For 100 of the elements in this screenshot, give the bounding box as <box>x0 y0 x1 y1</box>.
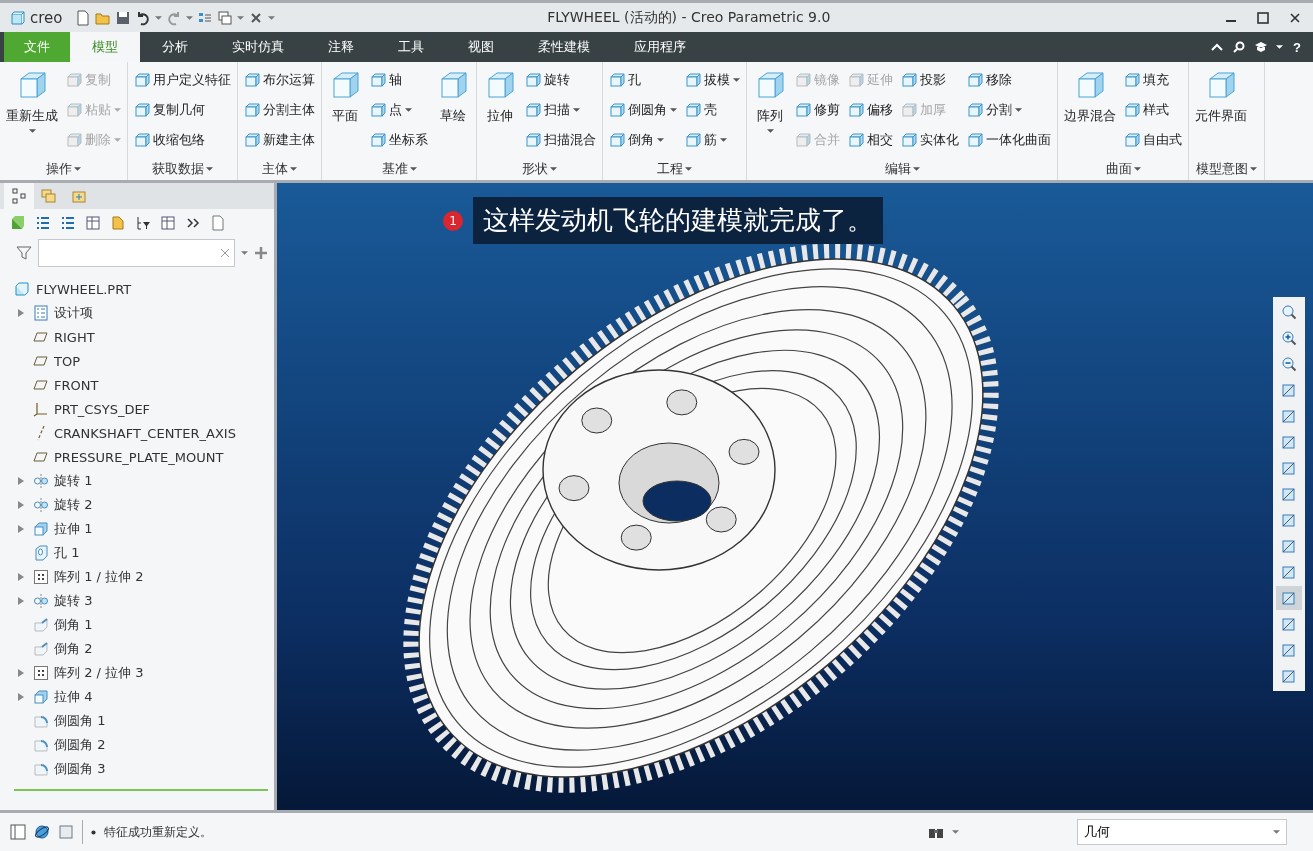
group-label-button[interactable]: 编辑 <box>880 158 924 180</box>
ribbon-button[interactable]: 自由式 <box>1121 125 1185 155</box>
ribbon-button[interactable]: 重新生成 <box>3 65 61 155</box>
ribbon-button[interactable]: 收缩包络 <box>131 125 234 155</box>
group-label-button[interactable]: 工程 <box>653 158 696 180</box>
ribbon-tab[interactable]: 模型 <box>70 32 140 62</box>
ribbon-button[interactable]: 筋 <box>682 125 743 155</box>
plus-icon[interactable] <box>254 246 268 260</box>
list-icon[interactable] <box>35 215 51 231</box>
feature-icon <box>967 102 983 118</box>
expand-arrow-icon[interactable] <box>16 476 26 486</box>
ribbon-tab[interactable]: 视图 <box>446 32 516 62</box>
ribbon-button[interactable]: 分割 <box>964 95 1054 125</box>
tree-filter-icon[interactable] <box>135 215 151 231</box>
expand-arrow-icon[interactable] <box>16 668 26 678</box>
ribbon-button[interactable]: 边界混合 <box>1061 65 1119 155</box>
caption-text: 这样发动机飞轮的建模就完成了。 <box>473 197 883 244</box>
ribbon-button[interactable]: 元件界面 <box>1192 65 1250 155</box>
caret-icon <box>409 167 417 171</box>
expand-arrow-icon[interactable] <box>16 596 26 606</box>
group-label-button[interactable]: 模型意图 <box>1192 158 1261 180</box>
ribbon-button[interactable]: 扫描混合 <box>522 125 599 155</box>
new-file-icon[interactable] <box>74 9 91 26</box>
search-icon[interactable] <box>1232 40 1247 54</box>
cube-icon[interactable] <box>10 215 26 231</box>
group-label-button[interactable]: 获取数据 <box>148 158 217 180</box>
ribbon-button[interactable]: 拉伸 <box>480 65 520 155</box>
navigator-tab[interactable] <box>4 183 34 209</box>
ribbon-tab[interactable]: 注释 <box>306 32 376 62</box>
magnifier-icon <box>1281 356 1297 372</box>
ribbon-button[interactable]: 一体化曲面 <box>964 125 1054 155</box>
caret-icon <box>657 138 664 142</box>
clear-icon[interactable] <box>220 248 230 258</box>
ribbon-tab[interactable]: 实时仿真 <box>210 32 306 62</box>
folder-icon[interactable] <box>110 215 126 231</box>
ribbon-button[interactable]: 分割主体 <box>241 95 318 125</box>
ribbon-button[interactable]: 新建主体 <box>241 125 318 155</box>
group-label-button[interactable]: 主体 <box>258 158 301 180</box>
list-icon[interactable] <box>60 215 76 231</box>
ribbon-tab[interactable]: 柔性建模 <box>516 32 612 62</box>
ribbon-button[interactable]: 扫描 <box>522 95 599 125</box>
table-icon[interactable] <box>85 215 101 231</box>
ribbon-button[interactable]: 倒角 <box>606 125 680 155</box>
pattern-feature-icon <box>33 569 49 585</box>
ribbon-button[interactable]: 用户定义特征 <box>131 65 234 95</box>
ribbon-button[interactable]: 倒圆角 <box>606 95 680 125</box>
expand-arrow-icon[interactable] <box>16 524 26 534</box>
ribbon-button[interactable]: 样式 <box>1121 95 1185 125</box>
expand-arrow-icon[interactable] <box>16 500 26 510</box>
graduation-cap-icon[interactable] <box>1254 40 1269 54</box>
view-icon <box>1281 616 1297 632</box>
group-label-button[interactable]: 曲面 <box>1101 158 1145 180</box>
ribbon-button[interactable]: 孔 <box>606 65 680 95</box>
filter-icon[interactable] <box>16 245 32 261</box>
group-label-button[interactable]: 操作 <box>42 158 85 180</box>
view-tool-button[interactable] <box>1276 586 1302 610</box>
group-label-button[interactable]: 基准 <box>377 158 421 180</box>
ribbon-button[interactable]: 修剪 <box>792 95 843 125</box>
maximize-icon[interactable] <box>1255 9 1271 26</box>
panel-icon[interactable] <box>10 824 26 840</box>
table-icon[interactable] <box>160 215 176 231</box>
ribbon-button[interactable]: 偏移 <box>845 95 896 125</box>
ribbon-tab[interactable]: 应用程序 <box>612 32 708 62</box>
save-icon[interactable] <box>114 9 131 26</box>
ribbon-button[interactable]: 壳 <box>682 95 743 125</box>
ribbon-tab[interactable]: 分析 <box>140 32 210 62</box>
ribbon-button[interactable]: 移除 <box>964 65 1054 95</box>
windows-icon[interactable] <box>216 9 233 26</box>
ribbon-button[interactable]: 草绘 <box>433 65 473 155</box>
tree-item[interactable]: FLYWHEEL.PRT <box>14 277 274 301</box>
ribbon-button[interactable]: 投影 <box>898 65 962 95</box>
feature-icon <box>609 102 625 118</box>
ribbon-button[interactable]: 坐标系 <box>367 125 431 155</box>
selection-filter-dropdown[interactable]: 几何 <box>1077 819 1287 845</box>
ribbon-button[interactable]: 复制几何 <box>131 95 234 125</box>
square-icon[interactable] <box>58 824 74 840</box>
ribbon-button[interactable]: 填充 <box>1121 65 1185 95</box>
ribbon-button[interactable]: 实体化 <box>898 125 962 155</box>
ribbon-button[interactable]: 拔模 <box>682 65 743 95</box>
ribbon-button[interactable]: 相交 <box>845 125 896 155</box>
document-icon[interactable] <box>210 215 226 231</box>
ribbon-tab[interactable]: 工具 <box>376 32 446 62</box>
caret-icon[interactable] <box>1276 45 1284 49</box>
ribbon-button[interactable]: 平面 <box>325 65 365 155</box>
expand-arrow-icon[interactable] <box>16 308 26 318</box>
globe-icon[interactable] <box>34 824 50 840</box>
ribbon-button[interactable]: 布尔运算 <box>241 65 318 95</box>
round-feature-icon <box>33 737 49 753</box>
expand-arrow-icon[interactable] <box>16 692 26 702</box>
redo-icon[interactable] <box>165 9 182 26</box>
ribbon-button[interactable]: 轴 <box>367 65 431 95</box>
feature-icon <box>66 132 82 148</box>
group-label-button[interactable]: 形状 <box>518 158 561 180</box>
ribbon-button[interactable]: 阵列 <box>750 65 790 155</box>
ribbon-button[interactable]: 点 <box>367 95 431 125</box>
search-field[interactable] <box>38 239 235 267</box>
view-icon <box>1281 538 1297 554</box>
help-button[interactable]: ? <box>1291 39 1303 55</box>
ribbon-button[interactable]: 旋转 <box>522 65 599 95</box>
expand-arrow-icon[interactable] <box>16 572 26 582</box>
